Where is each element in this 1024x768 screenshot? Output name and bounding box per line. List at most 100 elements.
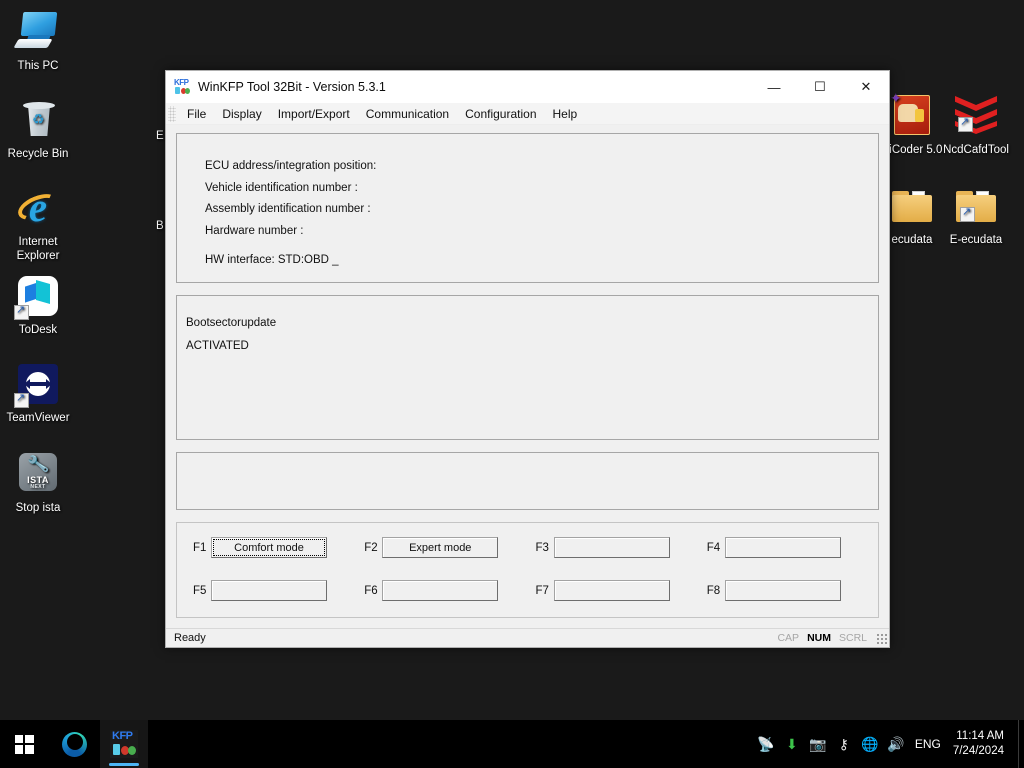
f5-button[interactable] xyxy=(211,580,327,601)
resize-grip[interactable] xyxy=(875,632,887,644)
minimize-button[interactable]: — xyxy=(751,71,797,103)
function-key-label: F2 xyxy=(364,541,378,554)
desktop-icon-label: TeamViewer xyxy=(6,412,70,424)
window-body: ECU address/integration position: Vehicl… xyxy=(166,125,889,628)
aicoder-icon: ✦ xyxy=(888,91,936,140)
desktop-icon-todesk[interactable]: ToDesk xyxy=(0,272,76,338)
taskbar[interactable]: KFP 📡 ⬇ 📷 ⚷ 🌐 🔊 ENG 11:14 AM 7/24/2024 xyxy=(0,720,1024,768)
todesk-icon xyxy=(14,272,62,320)
message-text xyxy=(177,453,878,459)
shortcut-arrow-icon xyxy=(960,205,975,222)
folder-icon xyxy=(952,182,1000,230)
taskbar-item-winkfp[interactable]: KFP xyxy=(100,720,148,768)
desktop-icon-label: Recycle Bin xyxy=(7,148,69,160)
menu-item-display[interactable]: Display xyxy=(214,105,269,123)
desktop-icon-hidden-e[interactable]: E xyxy=(128,130,166,144)
desktop-icon-this-pc[interactable]: This PC xyxy=(0,8,76,74)
show-desktop-button[interactable] xyxy=(1018,720,1024,768)
desktop-icon-label: Stop ista xyxy=(15,502,61,514)
teamviewer-icon xyxy=(14,360,62,408)
menu-item-configuration[interactable]: Configuration xyxy=(457,105,544,123)
microsoft-edge-icon xyxy=(61,731,87,757)
f3-button[interactable] xyxy=(553,537,670,558)
language-indicator[interactable]: ENG xyxy=(909,737,951,751)
expert-mode-button[interactable]: Expert mode xyxy=(382,537,499,558)
volume-icon[interactable]: 🔊 xyxy=(883,720,909,768)
menu-item-file[interactable]: File xyxy=(179,105,214,123)
f8-button[interactable] xyxy=(724,580,841,601)
desktop-icon-label: NcdCafdTool xyxy=(943,144,1009,156)
taskbar-item-edge[interactable] xyxy=(50,720,98,768)
desktop-icon-label: E-ecudata xyxy=(949,234,1003,246)
close-button[interactable]: ✕ xyxy=(843,71,889,103)
ista-badge-bottom: NEXT xyxy=(30,484,46,490)
winkfp-window[interactable]: KFP WinKFP Tool 32Bit - Version 5.3.1 — … xyxy=(165,70,890,648)
network-blocked-icon[interactable]: 🌐 xyxy=(857,720,883,768)
desktop-icon-e-ecudata[interactable]: E-ecudata xyxy=(938,182,1014,248)
function-key-row-top: F1 Comfort mode F2 Expert mode F3 F4 xyxy=(185,537,870,571)
start-button[interactable] xyxy=(0,720,48,768)
function-key-f5[interactable]: F5 xyxy=(185,580,356,601)
ncdcafdtool-icon xyxy=(952,92,1000,140)
desktop-icon-ncdcafdtool[interactable]: NcdCafdTool xyxy=(938,92,1014,158)
shortcut-arrow-icon xyxy=(14,391,29,408)
num-lock-indicator: NUM xyxy=(807,632,831,644)
function-key-f6[interactable]: F6 xyxy=(356,580,527,601)
computer-icon xyxy=(13,8,62,56)
ecu-address-line: ECU address/integration position: xyxy=(205,160,377,172)
menu-item-communication[interactable]: Communication xyxy=(358,105,457,123)
vin-line: Vehicle identification number : xyxy=(205,181,358,194)
menu-item-help[interactable]: Help xyxy=(545,105,586,123)
satellite-dish-icon[interactable]: 📡 xyxy=(753,720,779,768)
winkfp-icon: KFP xyxy=(110,730,138,758)
usb-disconnected-icon[interactable]: ⚷ xyxy=(831,720,857,768)
window-titlebar[interactable]: KFP WinKFP Tool 32Bit - Version 5.3.1 — … xyxy=(166,71,889,103)
internet-explorer-icon: e xyxy=(14,184,62,232)
hardware-number-line: Hardware number : xyxy=(205,224,304,237)
desktop-icon-label: Internet Explorer xyxy=(16,236,60,262)
desktop-icon-stop-ista[interactable]: 🔧 ISTA NEXT Stop ista xyxy=(0,450,76,516)
status-bar: Ready CAP NUM SCRL xyxy=(166,628,889,647)
desktop-icon-teamviewer[interactable]: TeamViewer xyxy=(0,360,76,426)
f6-button[interactable] xyxy=(382,580,499,601)
windows-logo-icon xyxy=(14,734,34,754)
menu-item-import-export[interactable]: Import/Export xyxy=(270,105,358,123)
desktop-icon-label: ToDesk xyxy=(18,324,58,336)
f7-button[interactable] xyxy=(553,580,670,601)
shortcut-arrow-icon xyxy=(14,303,29,320)
operation-status-panel: Bootsectorupdate ACTIVATED xyxy=(176,295,879,440)
desktop-icon-recycle-bin[interactable]: ♻ Recycle Bin xyxy=(0,96,76,162)
system-tray[interactable]: 📡 ⬇ 📷 ⚷ 🌐 🔊 ENG 11:14 AM 7/24/2024 xyxy=(753,720,1024,768)
window-title: WinKFP Tool 32Bit - Version 5.3.1 xyxy=(198,80,386,94)
clock-date: 7/24/2024 xyxy=(952,745,1004,757)
function-key-f2[interactable]: F2 Expert mode xyxy=(356,537,527,558)
desktop-icon-hidden-b[interactable]: B xyxy=(128,220,166,234)
function-key-label: F6 xyxy=(364,584,378,597)
function-key-f3[interactable]: F3 xyxy=(528,537,699,558)
menu-grip-handle[interactable] xyxy=(168,105,176,122)
function-key-row-bottom: F5 F6 F7 F8 xyxy=(185,580,870,614)
menu-bar[interactable]: File Display Import/Export Communication… xyxy=(166,103,889,125)
download-manager-icon[interactable]: ⬇ xyxy=(779,720,805,768)
f4-button[interactable] xyxy=(724,537,841,558)
comfort-mode-button[interactable]: Comfort mode xyxy=(211,537,327,558)
maximize-button[interactable]: ☐ xyxy=(797,71,843,103)
desktop-icon-internet-explorer[interactable]: e Internet Explorer xyxy=(0,184,76,263)
function-key-label: F4 xyxy=(706,541,721,554)
activation-state: ACTIVATED xyxy=(186,340,249,352)
scroll-lock-indicator: SCRL xyxy=(838,632,867,644)
function-key-label: F8 xyxy=(706,584,721,597)
function-key-f7[interactable]: F7 xyxy=(528,580,699,601)
caps-lock-indicator: CAP xyxy=(777,632,800,644)
desktop-icon-label: B xyxy=(156,220,164,232)
winkfp-icon: KFP xyxy=(174,78,190,95)
clock[interactable]: 11:14 AM 7/24/2024 xyxy=(951,729,1018,759)
function-key-f4[interactable]: F4 xyxy=(699,537,870,558)
ecu-info-panel: ECU address/integration position: Vehicl… xyxy=(176,133,879,283)
shortcut-arrow-icon xyxy=(958,115,973,132)
function-key-f1[interactable]: F1 Comfort mode xyxy=(185,537,356,558)
recycle-bin-icon: ♻ xyxy=(14,96,62,144)
function-key-f8[interactable]: F8 xyxy=(699,580,870,601)
function-key-label: F3 xyxy=(535,541,549,554)
camera-icon[interactable]: 📷 xyxy=(805,720,831,768)
